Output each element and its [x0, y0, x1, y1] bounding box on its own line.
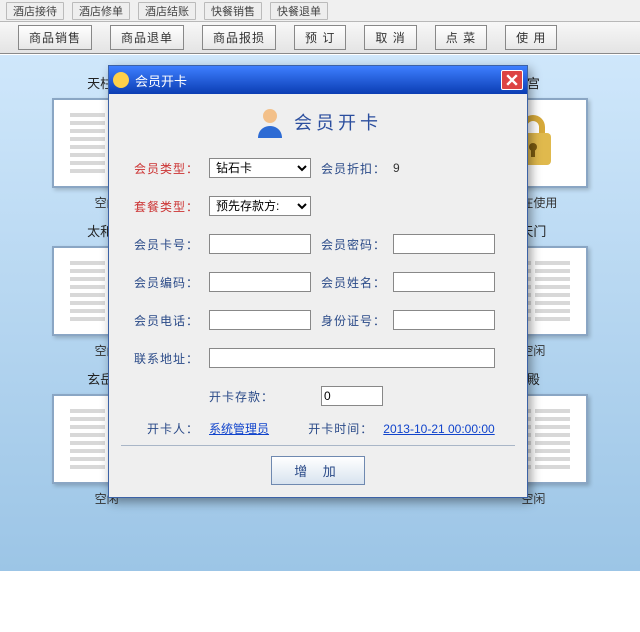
dialog-titlebar[interactable]: 会员开卡: [109, 66, 527, 94]
pwd-input[interactable]: [393, 234, 495, 254]
label-member-type: 会员类型：: [127, 160, 199, 177]
tb-sell[interactable]: 商品销售: [18, 25, 92, 50]
tb-return[interactable]: 商品退单: [110, 25, 184, 50]
label-name: 会员姓名：: [321, 274, 383, 291]
menu-item[interactable]: 快餐销售: [204, 2, 262, 20]
room-name: 殿: [527, 369, 540, 388]
addr-input[interactable]: [209, 348, 495, 368]
label-open-time: 开卡时间：: [293, 420, 373, 437]
label-code: 会员编码：: [127, 274, 199, 291]
content-area: 站长源码中心 天柱峰 空闲 宫 正在使用 太和宫 空闲 天门 空闲: [0, 54, 640, 571]
label-card-no: 会员卡号：: [127, 236, 199, 253]
phone-input[interactable]: [209, 310, 311, 330]
person-icon: [254, 106, 286, 138]
tb-order[interactable]: 点 菜: [435, 25, 487, 50]
dialog-heading: 会员开卡: [294, 109, 382, 135]
toolbar: 商品销售 商品退单 商品报损 预 订 取 消 点 菜 使 用: [0, 22, 640, 54]
label-opener: 开卡人：: [127, 420, 199, 437]
tb-use[interactable]: 使 用: [505, 25, 557, 50]
label-addr: 联系地址：: [127, 350, 199, 367]
menu-item[interactable]: 快餐退单: [270, 2, 328, 20]
open-time-value: 2013-10-21 00:00:00: [383, 422, 509, 436]
label-package-type: 套餐类型：: [127, 198, 199, 215]
add-button[interactable]: 增 加: [271, 456, 365, 485]
room-name: 宫: [527, 73, 540, 92]
label-deposit: 开卡存款：: [209, 388, 311, 405]
menu-item[interactable]: 酒店接待: [6, 2, 64, 20]
tb-loss[interactable]: 商品报损: [202, 25, 276, 50]
close-button[interactable]: [501, 70, 523, 90]
member-type-select[interactable]: 钻石卡: [209, 158, 311, 178]
menu-item[interactable]: 酒店结账: [138, 2, 196, 20]
menubar: 酒店接待 酒店修单 酒店结账 快餐销售 快餐退单: [0, 0, 640, 22]
name-input[interactable]: [393, 272, 495, 292]
dialog-title: 会员开卡: [135, 71, 501, 90]
dialog-icon: [113, 72, 129, 88]
member-card-dialog: 会员开卡 会员开卡 会员类型： 钻石卡 会员折扣： 9 套餐类型： 预先存款方:…: [108, 65, 528, 498]
tb-cancel[interactable]: 取 消: [364, 25, 416, 50]
dialog-body: 会员开卡 会员类型： 钻石卡 会员折扣： 9 套餐类型： 预先存款方: 会员卡号…: [109, 94, 527, 497]
card-no-input[interactable]: [209, 234, 311, 254]
code-input[interactable]: [209, 272, 311, 292]
dialog-header: 会员开卡: [121, 102, 515, 146]
label-pwd: 会员密码：: [321, 236, 383, 253]
opener-link[interactable]: 系统管理员: [209, 420, 283, 437]
opener-row: 开卡人： 系统管理员 开卡时间： 2013-10-21 00:00:00: [121, 412, 515, 439]
discount-value: 9: [393, 161, 495, 175]
tb-reserve[interactable]: 预 订: [294, 25, 346, 50]
member-form: 会员类型： 钻石卡 会员折扣： 9 套餐类型： 预先存款方: 会员卡号： 会员密…: [121, 146, 515, 412]
label-discount: 会员折扣：: [321, 160, 383, 177]
close-icon: [506, 74, 518, 86]
menu-item[interactable]: 酒店修单: [72, 2, 130, 20]
package-type-select[interactable]: 预先存款方:: [209, 196, 311, 216]
label-phone: 会员电话：: [127, 312, 199, 329]
deposit-input[interactable]: [321, 386, 383, 406]
label-idno: 身份证号：: [321, 312, 383, 329]
idno-input[interactable]: [393, 310, 495, 330]
